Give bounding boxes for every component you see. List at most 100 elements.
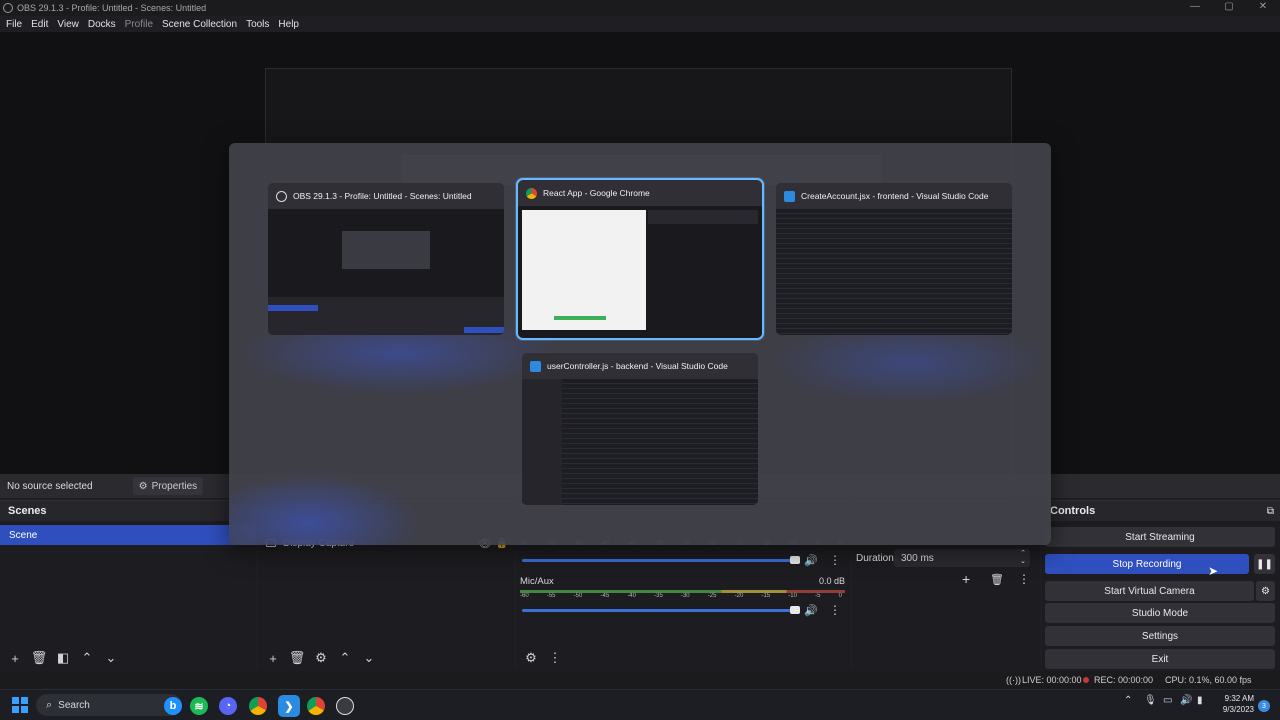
window-thumbnail [518, 206, 762, 338]
scenes-toolbar: + 🗑 ◧ ⌃ ⌄ [0, 649, 120, 667]
speaker-icon[interactable]: 🔊 [804, 554, 818, 567]
window-caption: OBS 29.1.3 - Profile: Untitled - Scenes:… [268, 183, 504, 209]
thumb-shape [554, 316, 606, 320]
controls-header: Controls ⧉ [1042, 501, 1280, 521]
start-virtual-camera-button[interactable]: Start Virtual Camera [1045, 581, 1254, 601]
bing-icon[interactable]: b [164, 697, 182, 715]
spotify-icon[interactable]: ≋ [190, 697, 208, 715]
more-options-icon[interactable]: ⋮ [829, 553, 841, 567]
trash-icon[interactable]: 🗑 [30, 649, 48, 667]
exit-button[interactable]: Exit [1045, 649, 1275, 669]
window-caption: React App - Google Chrome [518, 180, 762, 206]
add-icon[interactable]: + [962, 571, 970, 587]
menu-scene-collection[interactable]: Scene Collection [162, 19, 237, 30]
cpu-status: CPU: 0.1%, 60.00 fps [1165, 675, 1252, 685]
trash-icon[interactable]: 🗑 [990, 573, 1004, 586]
duration-input[interactable]: 300 ms ⌃ ⌄ [894, 549, 1030, 567]
battery-icon[interactable]: ▮ [1197, 695, 1203, 706]
obs-icon [3, 3, 13, 13]
window-controls: — ▢ ✕ [1178, 0, 1280, 16]
close-button[interactable]: ✕ [1246, 0, 1280, 16]
start-streaming-button[interactable]: Start Streaming [1045, 527, 1275, 547]
menu-help[interactable]: Help [278, 19, 299, 30]
minimize-button[interactable]: — [1178, 0, 1212, 16]
thumb-shape [342, 231, 430, 269]
thumb-shape [522, 210, 646, 330]
rec-dot-icon [1083, 677, 1089, 683]
network-icon[interactable]: ▭ [1163, 695, 1172, 706]
volume-fader[interactable] [522, 559, 798, 562]
filter-icon[interactable]: ◧ [54, 649, 72, 667]
gear-icon: ⚙ [1261, 585, 1270, 597]
rec-status: REC: 00:00:00 [1083, 675, 1153, 685]
search-icon: ⌕ [46, 698, 53, 711]
vscode-icon [784, 190, 795, 202]
tray-chevron-icon[interactable]: ⌃ [1124, 695, 1132, 706]
live-icon: ((·)) [1006, 675, 1021, 685]
mixer-channel-name: Mic/Aux [520, 576, 554, 587]
menu-edit[interactable]: Edit [31, 19, 48, 30]
menu-tools[interactable]: Tools [246, 19, 269, 30]
controls-dock: Controls ⧉ Start Streaming Stop Recordin… [1042, 500, 1280, 671]
mouse-cursor-icon: ➤ [1208, 564, 1219, 578]
status-bar: ((·)) LIVE: 00:00:00 REC: 00:00:00 CPU: … [0, 671, 1280, 689]
notification-badge[interactable]: 3 [1258, 700, 1270, 712]
switcher-window-vscode-backend[interactable]: userController.js - backend - Visual Stu… [522, 353, 758, 505]
chrome-icon [526, 187, 537, 199]
settings-button[interactable]: Settings [1045, 626, 1275, 646]
more-options-icon[interactable]: ⋮ [829, 603, 841, 617]
gear-icon[interactable]: ⚙ [522, 649, 540, 667]
discord-icon[interactable]: ◔ [219, 697, 237, 715]
obs-icon[interactable] [336, 697, 354, 715]
taskbar-search[interactable]: ⌕ Search [36, 694, 182, 716]
title-bar: OBS 29.1.3 - Profile: Untitled - Scenes:… [0, 0, 1280, 16]
vscode-icon[interactable]: ❯ [278, 695, 300, 717]
thumb-shape [464, 327, 504, 333]
taskbar-clock[interactable]: 9:32 AM 9/3/2023 [1223, 693, 1254, 715]
more-options-icon[interactable]: ⋮ [1018, 572, 1030, 586]
move-up-icon[interactable]: ⌃ [336, 649, 354, 667]
menu-view[interactable]: View [57, 19, 79, 30]
scenes-dock: Scenes Scene + 🗑 ◧ ⌃ ⌄ [0, 500, 256, 671]
switcher-window-chrome[interactable]: React App - Google Chrome [516, 178, 764, 340]
switcher-window-vscode-frontend[interactable]: CreateAccount.jsx - frontend - Visual St… [776, 183, 1012, 335]
more-options-icon[interactable]: ⋮ [546, 649, 564, 667]
menu-docks[interactable]: Docks [88, 19, 116, 30]
windows-start-icon[interactable] [12, 697, 28, 713]
volume-fader[interactable] [522, 609, 798, 612]
stop-recording-button[interactable]: Stop Recording [1045, 554, 1249, 574]
chrome-icon[interactable] [249, 697, 267, 715]
sources-toolbar: + 🗑 ⚙ ⌃ ⌄ [258, 649, 378, 667]
undock-icon[interactable]: ⧉ [1267, 506, 1274, 517]
window-caption: CreateAccount.jsx - frontend - Visual St… [776, 183, 1012, 209]
studio-mode-button[interactable]: Studio Mode [1045, 603, 1275, 623]
properties-label: Properties [151, 480, 198, 492]
add-icon[interactable]: + [6, 649, 24, 667]
window-thumbnail [268, 209, 504, 335]
taskbar: ⌕ Search b ≋ ◔ ❯ ⌃ 🎙 ▭ 🔊 ▮ 9:32 AM 9/3/2… [0, 689, 1280, 720]
gear-icon[interactable]: ⚙ [312, 649, 330, 667]
add-icon[interactable]: + [264, 649, 282, 667]
mixer-channel-mic: -60 -55 -50 -45 -40 -35 -30 -25 -20 -15 -10 -5 0 [520, 589, 845, 599]
move-down-icon[interactable]: ⌄ [102, 649, 120, 667]
virtual-camera-settings-button[interactable]: ⚙ [1256, 581, 1275, 601]
fader-knob[interactable] [790, 606, 800, 614]
microphone-icon[interactable]: 🎙 [1144, 695, 1157, 706]
switcher-window-obs[interactable]: OBS 29.1.3 - Profile: Untitled - Scenes:… [268, 183, 504, 335]
chrome-canary-icon[interactable] [307, 697, 325, 715]
trash-icon[interactable]: 🗑 [288, 649, 306, 667]
no-source-label: No source selected [7, 480, 93, 492]
move-down-icon[interactable]: ⌄ [360, 649, 378, 667]
move-up-icon[interactable]: ⌃ [78, 649, 96, 667]
menu-file[interactable]: File [6, 19, 22, 30]
spin-arrows-icon[interactable]: ⌃ ⌄ [1020, 550, 1026, 566]
volume-icon[interactable]: 🔊 [1180, 695, 1192, 706]
properties-button[interactable]: ⚙ Properties [132, 477, 204, 495]
mixer-channel-level: 0.0 dB [818, 576, 845, 586]
pause-recording-button[interactable]: ❚❚ [1254, 554, 1275, 574]
scene-list-item[interactable]: Scene [0, 525, 256, 545]
menu-profile[interactable]: Profile [125, 19, 153, 30]
maximize-button[interactable]: ▢ [1212, 0, 1246, 16]
fader-knob[interactable] [790, 556, 800, 564]
speaker-icon[interactable]: 🔊 [804, 604, 818, 617]
